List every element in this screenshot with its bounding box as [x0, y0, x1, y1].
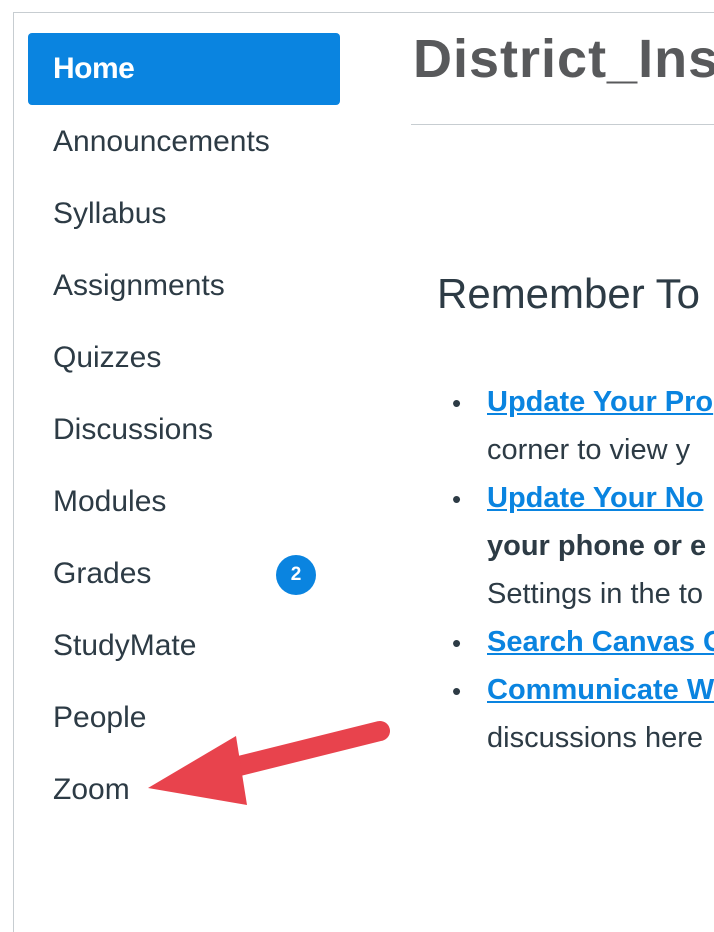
page-title: District_Inst	[413, 29, 714, 89]
nav-assignments[interactable]: Assignments	[53, 266, 225, 306]
nav-home[interactable]: Home	[28, 33, 340, 105]
nav-quizzes[interactable]: Quizzes	[53, 338, 161, 378]
communicate-link[interactable]: Communicate W	[487, 674, 714, 707]
nav-grades[interactable]: Grades	[53, 554, 151, 594]
nav-syllabus[interactable]: Syllabus	[53, 194, 166, 234]
bullet-2-text: Settings in the to	[487, 578, 704, 610]
bullet-2-text-bold: your phone or e	[487, 530, 707, 562]
grades-badge: 2	[276, 555, 316, 595]
title-divider	[411, 124, 714, 125]
nav-studymate[interactable]: StudyMate	[53, 626, 196, 666]
search-canvas-link[interactable]: Search Canvas G	[487, 626, 714, 659]
update-profile-link[interactable]: Update Your Pro	[487, 386, 713, 419]
bullet-4-text: discussions here	[487, 722, 703, 754]
nav-discussions[interactable]: Discussions	[53, 410, 213, 450]
nav-people[interactable]: People	[53, 698, 146, 738]
bullet-dot: •	[452, 676, 462, 706]
nav-zoom[interactable]: Zoom	[53, 770, 130, 810]
update-notifications-link[interactable]: Update Your No	[487, 482, 703, 515]
section-heading: Remember To	[437, 270, 700, 317]
nav-modules[interactable]: Modules	[53, 482, 166, 522]
bullet-1-text: corner to view y	[487, 434, 691, 466]
bullet-dot: •	[452, 628, 462, 658]
bullet-dot: •	[452, 388, 462, 418]
nav-announcements[interactable]: Announcements	[53, 122, 270, 162]
bullet-dot: •	[452, 484, 462, 514]
